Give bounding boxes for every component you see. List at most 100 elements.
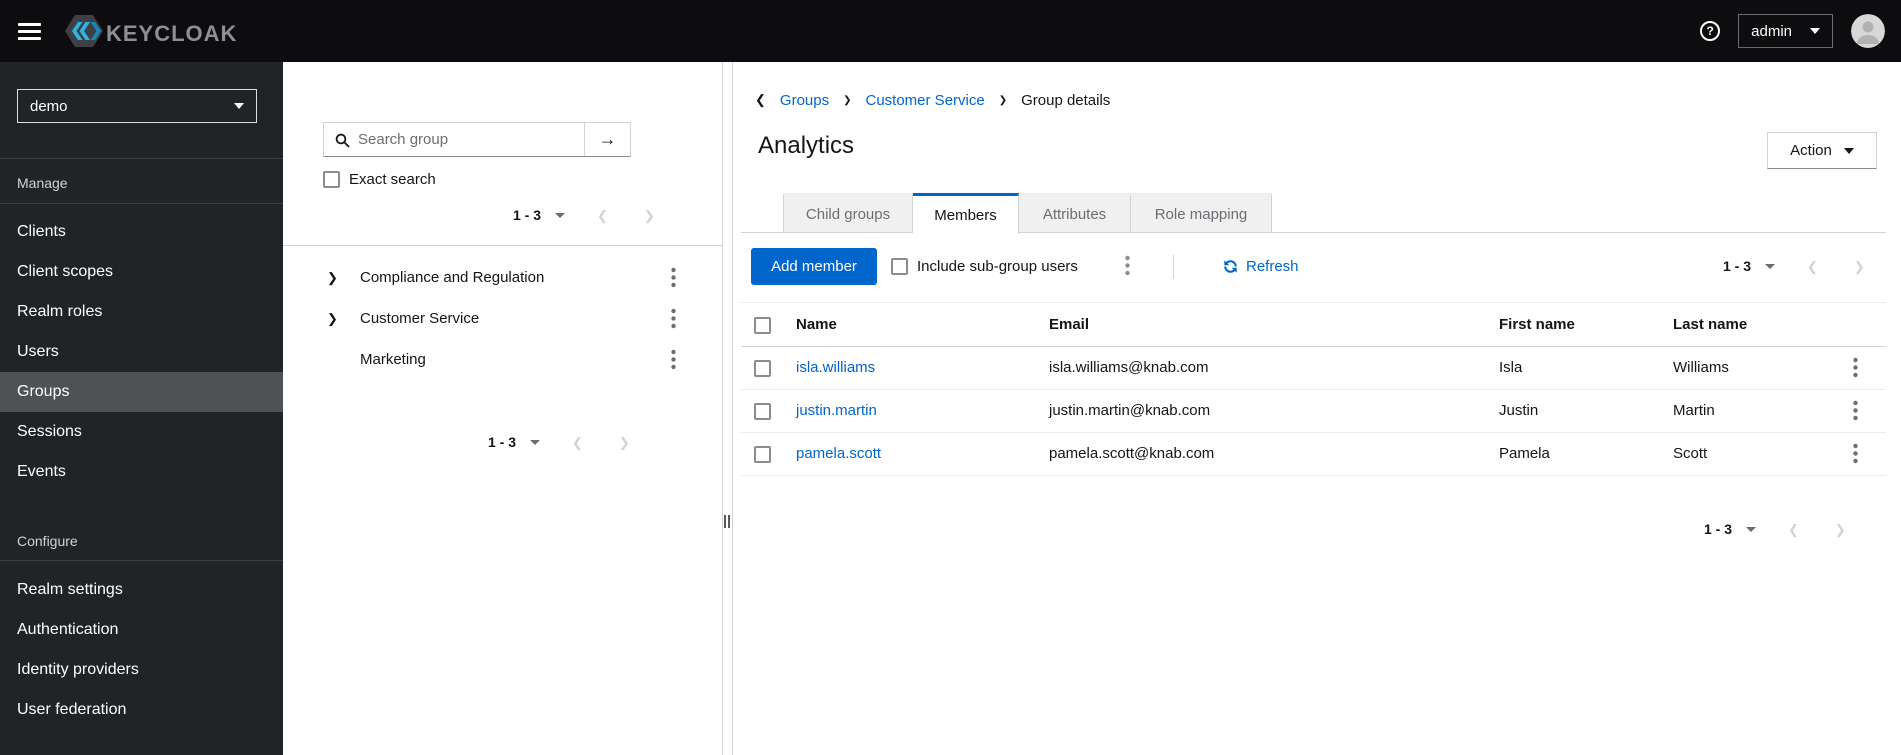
members-pagination-top: 1 - 3 ❮ ❯: [1723, 253, 1865, 279]
pagination-range-toggle[interactable]: 1 - 3: [1723, 258, 1776, 274]
sidebar-item-client-scopes[interactable]: Client scopes: [0, 252, 283, 292]
action-label: Action: [1790, 142, 1832, 159]
breadcrumb-current: Group details: [1021, 91, 1111, 109]
avatar[interactable]: [1851, 14, 1885, 48]
group-tree-panel: → Exact search 1 - 3 ❮ ❯ ❯ Compliance an…: [283, 62, 723, 755]
current-realm: demo: [30, 97, 68, 115]
table-header-row: Name Email First name Last name: [741, 302, 1886, 347]
pagination-next-button[interactable]: ❯: [1854, 260, 1865, 273]
member-username-link[interactable]: isla.williams: [796, 359, 875, 376]
chevron-down-icon: [530, 439, 541, 445]
column-header-email: Email: [1049, 316, 1090, 333]
expand-chevron-icon[interactable]: ❯: [327, 270, 338, 286]
chevron-down-icon: [234, 103, 244, 109]
pagination-range-toggle[interactable]: 1 - 3: [1704, 521, 1757, 537]
pagination-range-toggle[interactable]: 1 - 3: [513, 207, 566, 223]
search-icon: [335, 133, 350, 148]
keycloak-logo-icon: [64, 11, 104, 56]
help-icon[interactable]: ?: [1700, 21, 1721, 41]
kebab-menu-icon[interactable]: [1853, 441, 1858, 468]
member-email: isla.williams@knab.com: [1049, 359, 1209, 376]
sidebar-item-identity-providers[interactable]: Identity providers: [0, 650, 283, 690]
user-menu-dropdown[interactable]: admin: [1738, 14, 1833, 48]
pagination-next-button[interactable]: ❯: [619, 436, 630, 449]
column-header-last-name: Last name: [1673, 316, 1748, 333]
add-member-button[interactable]: Add member: [751, 248, 877, 285]
chevron-down-icon: [1810, 28, 1820, 34]
member-username-link[interactable]: pamela.scott: [796, 445, 881, 462]
sidebar-item-users[interactable]: Users: [0, 332, 283, 372]
panel-resize-handle[interactable]: [724, 515, 730, 528]
keycloak-logo: KEYCLOAK: [64, 11, 237, 56]
search-group-input[interactable]: [324, 123, 584, 156]
group-name[interactable]: Compliance and Regulation: [360, 269, 544, 286]
tree-item-compliance-and-regulation[interactable]: ❯ Compliance and Regulation: [283, 259, 723, 300]
column-header-first-name: First name: [1499, 316, 1575, 333]
kebab-menu-icon[interactable]: [663, 308, 683, 332]
breadcrumb: ❮ Groups ❯ Customer Service ❯ Group deta…: [755, 90, 1110, 110]
tab-child-groups[interactable]: Child groups: [783, 193, 913, 232]
row-checkbox[interactable]: [754, 403, 771, 420]
include-subgroups-label: Include sub-group users: [917, 258, 1078, 275]
refresh-label: Refresh: [1246, 258, 1299, 275]
pagination-next-button[interactable]: ❯: [1835, 523, 1846, 536]
tree-item-customer-service[interactable]: ❯ Customer Service: [283, 300, 723, 341]
row-checkbox[interactable]: [754, 446, 771, 463]
select-all-checkbox[interactable]: [754, 317, 771, 334]
sidebar-item-user-federation[interactable]: User federation: [0, 690, 283, 730]
sidebar-item-clients[interactable]: Clients: [0, 212, 283, 252]
column-header-name: Name: [796, 316, 837, 333]
kebab-menu-icon[interactable]: [663, 349, 683, 373]
group-name[interactable]: Customer Service: [360, 310, 479, 327]
refresh-button[interactable]: Refresh: [1223, 248, 1299, 285]
sidebar-item-groups[interactable]: Groups: [0, 372, 283, 412]
pagination-next-button[interactable]: ❯: [644, 209, 655, 222]
kebab-menu-icon[interactable]: [1125, 253, 1130, 280]
exact-search-label: Exact search: [349, 170, 436, 188]
breadcrumb-back-icon[interactable]: ❮: [755, 92, 766, 108]
breadcrumb-customer-service-link[interactable]: Customer Service: [866, 92, 985, 109]
sidebar-item-sessions[interactable]: Sessions: [0, 412, 283, 452]
chevron-right-icon: ❯: [998, 94, 1008, 106]
member-first-name: Justin: [1499, 402, 1539, 419]
sidebar-item-realm-roles[interactable]: Realm roles: [0, 292, 283, 332]
member-email: justin.martin@knab.com: [1049, 402, 1211, 419]
nav-toggle-button[interactable]: [18, 23, 41, 40]
pagination-prev-button[interactable]: ❮: [572, 436, 583, 449]
tab-role-mapping[interactable]: Role mapping: [1131, 193, 1272, 232]
tree-item-marketing[interactable]: Marketing: [283, 341, 723, 382]
kebab-menu-icon[interactable]: [1853, 355, 1858, 382]
sidebar-item-authentication[interactable]: Authentication: [0, 610, 283, 650]
arrow-right-icon: →: [598, 129, 617, 149]
pagination-prev-button[interactable]: ❮: [1807, 260, 1818, 273]
divider: [0, 203, 283, 204]
row-checkbox[interactable]: [754, 360, 771, 377]
chevron-right-icon: ❯: [843, 94, 852, 106]
search-submit-button[interactable]: →: [584, 123, 630, 156]
member-username-link[interactable]: justin.martin: [796, 402, 877, 419]
pagination-range-toggle[interactable]: 1 - 3: [488, 434, 541, 450]
sidebar: demo Manage Clients Client scopes Realm …: [0, 62, 283, 755]
chevron-down-icon: [555, 212, 566, 218]
nav-section-configure: Configure: [17, 533, 78, 549]
members-toolbar: Add member Include sub-group users Refre…: [733, 248, 1901, 285]
sidebar-item-events[interactable]: Events: [0, 452, 283, 492]
exact-search-checkbox[interactable]: [323, 170, 340, 188]
tab-attributes[interactable]: Attributes: [1019, 193, 1131, 232]
realm-selector[interactable]: demo: [17, 89, 257, 123]
kebab-menu-icon[interactable]: [663, 267, 683, 291]
pagination-prev-button[interactable]: ❮: [1788, 523, 1799, 536]
sidebar-item-realm-settings[interactable]: Realm settings: [0, 570, 283, 610]
member-first-name: Isla: [1499, 359, 1523, 376]
include-subgroups-checkbox[interactable]: [891, 258, 908, 275]
group-name[interactable]: Marketing: [360, 351, 426, 368]
expand-chevron-icon[interactable]: ❯: [327, 311, 338, 327]
pagination-prev-button[interactable]: ❮: [597, 209, 608, 222]
chevron-down-icon: [1843, 147, 1854, 154]
action-dropdown-button[interactable]: Action: [1767, 132, 1877, 169]
group-details-panel: ❮ Groups ❯ Customer Service ❯ Group deta…: [732, 62, 1901, 755]
pagination-range: 1 - 3: [1704, 521, 1733, 537]
breadcrumb-groups-link[interactable]: Groups: [780, 92, 829, 109]
tab-members[interactable]: Members: [913, 193, 1019, 234]
kebab-menu-icon[interactable]: [1853, 398, 1858, 425]
